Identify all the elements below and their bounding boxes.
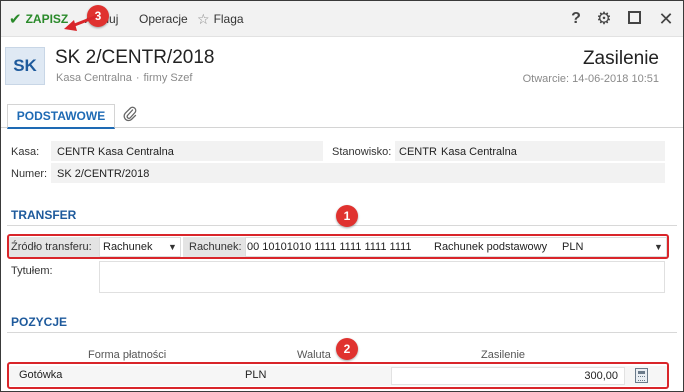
- transfer-row: Źródło transferu: Rachunek ▼ Rachunek: 0…: [9, 237, 669, 257]
- maximize-icon[interactable]: [623, 1, 645, 37]
- column-header-currency[interactable]: Waluta: [297, 349, 331, 361]
- number-value: SK 2/CENTR/2018: [57, 168, 150, 180]
- star-icon: ☆: [197, 11, 210, 27]
- opened-timestamp: Otwarcie: 14-06-2018 10:51: [522, 73, 659, 85]
- annotation-badge-3: 3: [87, 5, 109, 27]
- account-currency: PLN: [562, 241, 584, 253]
- help-icon[interactable]: ?: [565, 1, 587, 37]
- table-row[interactable]: Gotówka PLN 300,00: [9, 366, 669, 386]
- section-divider: [7, 332, 677, 333]
- subtitle-separator: ·: [135, 72, 140, 84]
- check-icon: ✔: [9, 11, 22, 28]
- tab-podstawowe[interactable]: PODSTAWOWE: [7, 104, 115, 129]
- account-name: Rachunek podstawowy: [434, 241, 548, 253]
- flag-button[interactable]: ☆ Flaga: [197, 1, 244, 37]
- annotation-badge-2: 2: [336, 338, 358, 360]
- gear-icon[interactable]: ⚙: [593, 1, 615, 37]
- station-label: Stanowisko:: [332, 146, 392, 158]
- title-input[interactable]: [99, 261, 665, 293]
- source-select[interactable]: Rachunek ▼: [99, 237, 181, 257]
- flag-label: Flaga: [213, 12, 244, 26]
- save-button[interactable]: ✔ ZAPISZ: [9, 1, 68, 37]
- close-icon[interactable]: ✕: [655, 1, 677, 37]
- account-number: 00 10101010 1111 1111 1111 1111: [247, 241, 412, 253]
- cashbox-name: Kasa Centralna: [56, 72, 132, 84]
- payment-form-cell: Gotówka: [19, 369, 63, 381]
- kasa-code: CENTR: [57, 146, 95, 158]
- doc-subtitle: Kasa Centralna · firmy Szef: [56, 72, 192, 84]
- company-name: firmy Szef: [143, 72, 193, 84]
- section-positions: POZYCJE: [11, 315, 68, 329]
- account-select[interactable]: 00 10101010 1111 1111 1111 1111 Rachunek…: [245, 237, 667, 257]
- page-title: SK 2/CENTR/2018: [55, 47, 215, 68]
- column-header-amount[interactable]: Zasilenie: [481, 349, 525, 361]
- station-name: Kasa Centralna: [441, 146, 517, 158]
- title-label: Tytułem:: [11, 265, 53, 277]
- document-type: Zasilenie: [582, 48, 659, 69]
- account-label: Rachunek:: [189, 241, 242, 253]
- column-header-payment-form[interactable]: Forma płatności: [88, 349, 166, 361]
- paperclip-icon[interactable]: [123, 106, 137, 125]
- amount-value: 300,00: [584, 370, 618, 382]
- kasa-name: Kasa Centralna: [98, 146, 174, 158]
- amount-input[interactable]: 300,00: [391, 367, 625, 385]
- currency-cell: PLN: [245, 369, 267, 381]
- section-transfer: TRANSFER: [11, 208, 77, 222]
- window-frame: ✔ZAPISZ Anuluj Operacje ☆Flaga ? ⚙ ✕ SK …: [0, 0, 684, 392]
- chevron-down-icon: ▼: [654, 242, 663, 252]
- kasa-label: Kasa:: [11, 146, 40, 158]
- tab-bar: PODSTAWOWE: [1, 104, 683, 129]
- source-value: Rachunek: [103, 241, 153, 253]
- avatar: SK: [5, 47, 45, 85]
- calculator-icon[interactable]: [635, 368, 648, 383]
- source-label: Źródło transferu:: [11, 241, 92, 253]
- station-code: CENTR: [399, 146, 437, 158]
- operations-menu[interactable]: Operacje: [139, 1, 188, 37]
- annotation-badge-1: 1: [336, 205, 358, 227]
- number-label: Numer:: [11, 168, 48, 180]
- save-label: ZAPISZ: [25, 12, 69, 26]
- chevron-down-icon: ▼: [168, 242, 177, 252]
